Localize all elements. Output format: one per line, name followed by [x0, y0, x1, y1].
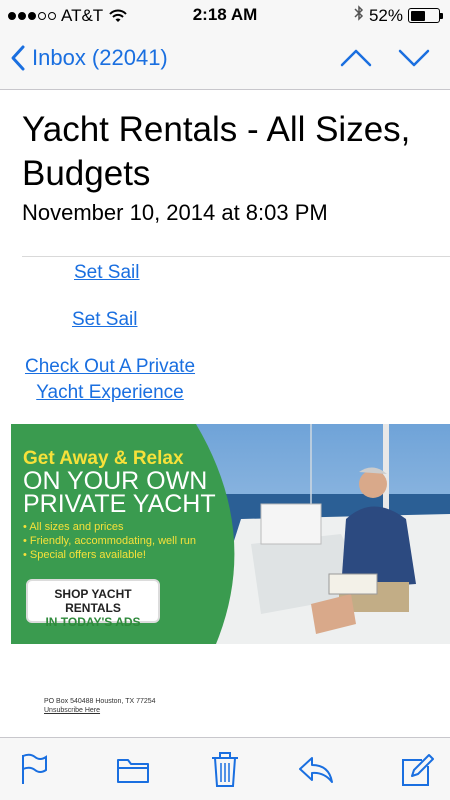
next-message-button[interactable] — [398, 48, 430, 73]
yacht-ad-banner[interactable]: Get Away & Relax ON YOUR OWN PRIVATE YAC… — [11, 424, 450, 644]
email-subject: Yacht Rentals - All Sizes, Budgets — [22, 110, 411, 193]
reply-icon — [299, 757, 333, 783]
ad-headline-3: PRIVATE YACHT — [23, 490, 216, 518]
status-bar: AT&T 2:18 AM 52% — [0, 0, 450, 30]
ad-bullet: All sizes and prices — [23, 520, 248, 534]
ad-bullet: Special offers available! — [23, 548, 248, 562]
flag-icon — [22, 753, 47, 784]
chevron-up-icon — [340, 49, 372, 67]
compose-button[interactable] — [400, 752, 434, 793]
ad-copy: Get Away & Relax ON YOUR OWN PRIVATE YAC… — [23, 448, 248, 562]
reply-button[interactable] — [296, 752, 336, 791]
nav-bar: Inbox (22041) — [0, 30, 450, 90]
folder-icon — [117, 759, 149, 783]
set-sail-link-1[interactable]: Set Sail — [74, 262, 139, 284]
set-sail-link-2[interactable]: Set Sail — [72, 309, 137, 331]
ad-bullet: Friendly, accommodating, well run — [23, 534, 248, 548]
compose-icon — [402, 754, 434, 786]
status-right: 52% — [354, 5, 443, 26]
move-to-folder-button[interactable] — [115, 752, 151, 791]
previous-message-button[interactable] — [340, 48, 372, 73]
bottom-toolbar — [0, 737, 450, 800]
battery-percent: 52% — [368, 5, 403, 25]
email-date: November 10, 2014 at 8:03 PM — [22, 200, 328, 225]
header-divider — [22, 256, 450, 257]
chevron-down-icon — [398, 49, 430, 67]
back-to-inbox-button[interactable]: Inbox (22041) — [10, 44, 168, 72]
cta-line-1: SHOP YACHT RENTALS — [54, 587, 132, 615]
battery-fill — [410, 10, 425, 21]
bluetooth-icon — [354, 5, 364, 26]
footer-address: PO Box 540488 Houston, TX 77254 — [44, 698, 156, 705]
shop-yacht-rentals-button[interactable]: SHOP YACHT RENTALS IN TODAY'S ADS — [26, 579, 160, 629]
ad-bullets: All sizes and prices Friendly, accommoda… — [23, 520, 248, 562]
battery-icon — [408, 8, 443, 23]
delete-button[interactable] — [210, 752, 240, 793]
back-label: Inbox (22041) — [32, 45, 168, 70]
chevron-left-icon — [11, 45, 25, 71]
flag-button[interactable] — [18, 752, 48, 791]
unsubscribe-link[interactable]: Unsubscribe Here — [44, 707, 100, 714]
trash-icon — [212, 752, 238, 787]
check-out-yacht-link[interactable]: Check Out A Private Yacht Experience — [0, 354, 220, 406]
cta-line-2: IN TODAY'S ADS — [45, 615, 141, 629]
